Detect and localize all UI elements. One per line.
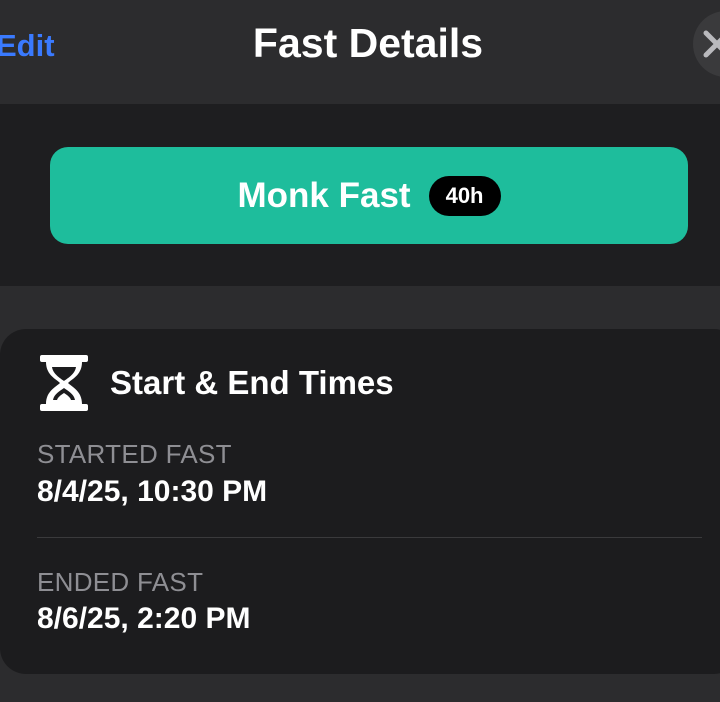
hourglass-icon [40, 355, 88, 411]
fast-details-screen: Edit Fast Details Monk Fast 40h Start & … [0, 0, 720, 702]
ended-fast-value[interactable]: 8/6/25, 2:20 PM [37, 602, 250, 636]
ended-fast-label: ENDED FAST [37, 567, 204, 597]
fast-type-name: Monk Fast [237, 175, 411, 215]
duration-badge: 40h [428, 175, 501, 216]
card-title: Start & End Times [110, 364, 394, 401]
fast-type-section: Monk Fast 40h [0, 104, 720, 286]
divider [37, 537, 702, 538]
page-title: Fast Details [252, 20, 484, 66]
started-fast-label: STARTED FAST [37, 439, 232, 469]
card-header: Start & End Times [38, 355, 394, 411]
start-end-times-card: Start & End Times STARTED FAST 8/4/25, 1… [0, 329, 720, 674]
close-icon [703, 30, 720, 58]
fast-type-button[interactable]: Monk Fast 40h [50, 147, 688, 244]
navigation-header: Edit Fast Details [0, 0, 720, 104]
started-fast-value[interactable]: 8/4/25, 10:30 PM [37, 475, 267, 509]
